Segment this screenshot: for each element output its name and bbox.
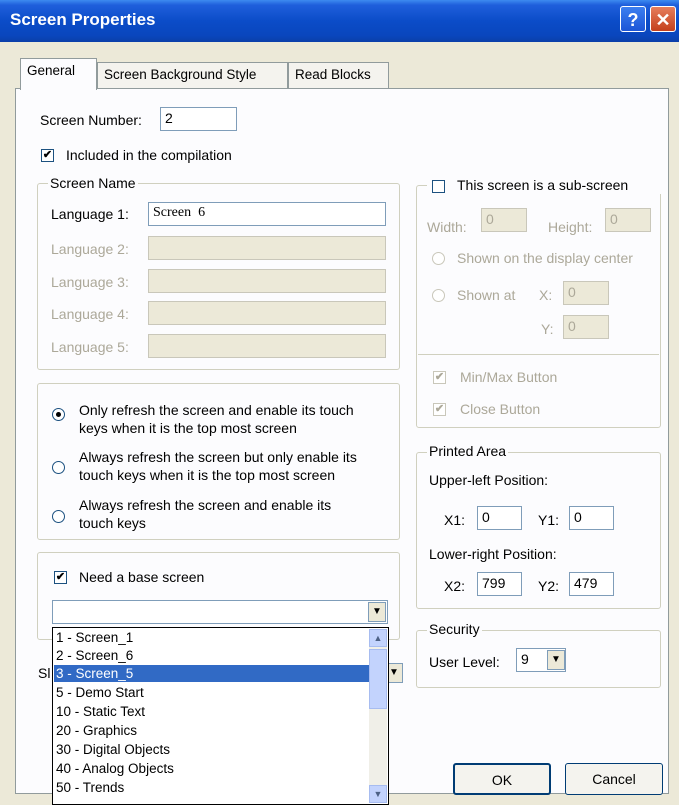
y-input: 0	[563, 315, 609, 339]
subscreen-label: This screen is a sub-screen	[457, 177, 629, 193]
ok-button[interactable]: OK	[453, 763, 551, 795]
tab-read-blocks[interactable]: Read Blocks	[288, 62, 389, 88]
language-5-input	[148, 334, 386, 358]
x1-label: X1:	[444, 512, 466, 528]
x-input: 0	[563, 281, 609, 305]
scroll-up-icon[interactable]: ▲	[369, 629, 387, 647]
x-label: X:	[539, 287, 553, 303]
cancel-button[interactable]: Cancel	[565, 763, 663, 795]
close-button-label: Close Button	[460, 401, 541, 417]
list-item[interactable]: 30 - Digital Objects	[54, 741, 371, 758]
close-button[interactable]: ✕	[650, 6, 676, 32]
scroll-down-icon[interactable]: ▼	[369, 785, 387, 803]
screen-name-title: Screen Name	[48, 175, 138, 191]
width-label: Width:	[427, 219, 467, 235]
height-input: 0	[605, 208, 651, 232]
center-radio	[432, 252, 445, 265]
language-4-label: Language 4:	[51, 306, 129, 322]
screen-dropdown-list[interactable]: 1 - Screen_1 2 - Screen_6 3 - Screen_5 5…	[52, 627, 389, 805]
refresh-option-radio-3[interactable]	[52, 510, 65, 523]
center-label: Shown on the display center	[457, 250, 633, 266]
close-button-checkbox: ✔	[433, 403, 446, 416]
subscreen-divider	[418, 354, 659, 355]
help-button[interactable]: ?	[620, 6, 646, 32]
user-level-label: User Level:	[429, 654, 500, 670]
tab-screen-background-style[interactable]: Screen Background Style	[97, 62, 288, 88]
scroll-thumb[interactable]	[369, 649, 387, 709]
language-2-input	[148, 236, 386, 260]
language-4-input	[148, 301, 386, 325]
x2-input[interactable]: 799	[477, 572, 522, 596]
list-item[interactable]: 3 - Screen_5	[54, 665, 371, 682]
language-1-label: Language 1:	[51, 206, 129, 222]
upper-left-label: Upper-left Position:	[429, 472, 549, 488]
lower-right-label: Lower-right Position:	[429, 546, 557, 562]
language-3-label: Language 3:	[51, 274, 129, 290]
y1-label: Y1:	[538, 512, 560, 528]
base-screen-checkbox[interactable]: ✔	[54, 571, 67, 584]
list-item[interactable]: 1 - Screen_1	[54, 629, 371, 646]
height-label: Height:	[548, 219, 593, 235]
language-2-label: Language 2:	[51, 241, 129, 257]
base-screen-select[interactable]	[52, 600, 388, 624]
screen-number-label: Screen Number:	[40, 112, 142, 128]
screen-number-input[interactable]: 2	[160, 107, 237, 131]
x2-label: X2:	[444, 578, 466, 594]
language-3-input	[148, 269, 386, 293]
x1-input[interactable]: 0	[477, 506, 522, 530]
list-item[interactable]: 50 - Trends	[54, 779, 371, 796]
width-input: 0	[481, 208, 527, 232]
list-scrollbar[interactable]: ▲ ▼	[369, 629, 387, 803]
printed-area-title: Printed Area	[427, 443, 509, 459]
base-screen-label: Need a base screen	[79, 569, 205, 585]
shown-at-radio	[432, 289, 445, 302]
y2-input[interactable]: 479	[569, 572, 614, 596]
list-item[interactable]: 5 - Demo Start	[54, 684, 371, 701]
refresh-option-label-3: Always refresh the screen and enable its…	[79, 497, 332, 531]
refresh-option-label-2: Always refresh the screen but only enabl…	[79, 449, 357, 483]
language-5-label: Language 5:	[51, 339, 129, 355]
list-item[interactable]: 20 - Graphics	[54, 722, 371, 739]
y2-label: Y2:	[538, 578, 560, 594]
window-title: Screen Properties	[10, 10, 156, 29]
y1-input[interactable]: 0	[569, 506, 614, 530]
minmax-checkbox: ✔	[433, 371, 446, 384]
tab-general[interactable]: General	[20, 58, 97, 90]
list-item[interactable]: 10 - Static Text	[54, 703, 371, 720]
list-item[interactable]: 2 - Screen_6	[54, 647, 371, 664]
refresh-option-radio-1[interactable]	[52, 408, 65, 421]
compilation-label: Included in the compilation	[66, 147, 232, 163]
base-screen-dropdown-button[interactable]: ▼	[368, 602, 386, 622]
security-title: Security	[427, 621, 482, 637]
compilation-checkbox[interactable]: ✔	[41, 149, 54, 162]
refresh-option-label-1: Only refresh the screen and enable its t…	[79, 402, 354, 436]
list-item[interactable]: 40 - Analog Objects	[54, 760, 371, 777]
minmax-label: Min/Max Button	[460, 369, 558, 385]
refresh-option-radio-2[interactable]	[52, 461, 65, 474]
shown-at-label: Shown at	[457, 287, 516, 303]
user-level-dropdown-button[interactable]: ▼	[547, 650, 565, 670]
hidden-label: Sl	[38, 665, 51, 681]
y-label: Y:	[541, 321, 554, 337]
subscreen-checkbox[interactable]	[432, 180, 445, 193]
language-1-input[interactable]: Screen 6	[148, 202, 386, 226]
